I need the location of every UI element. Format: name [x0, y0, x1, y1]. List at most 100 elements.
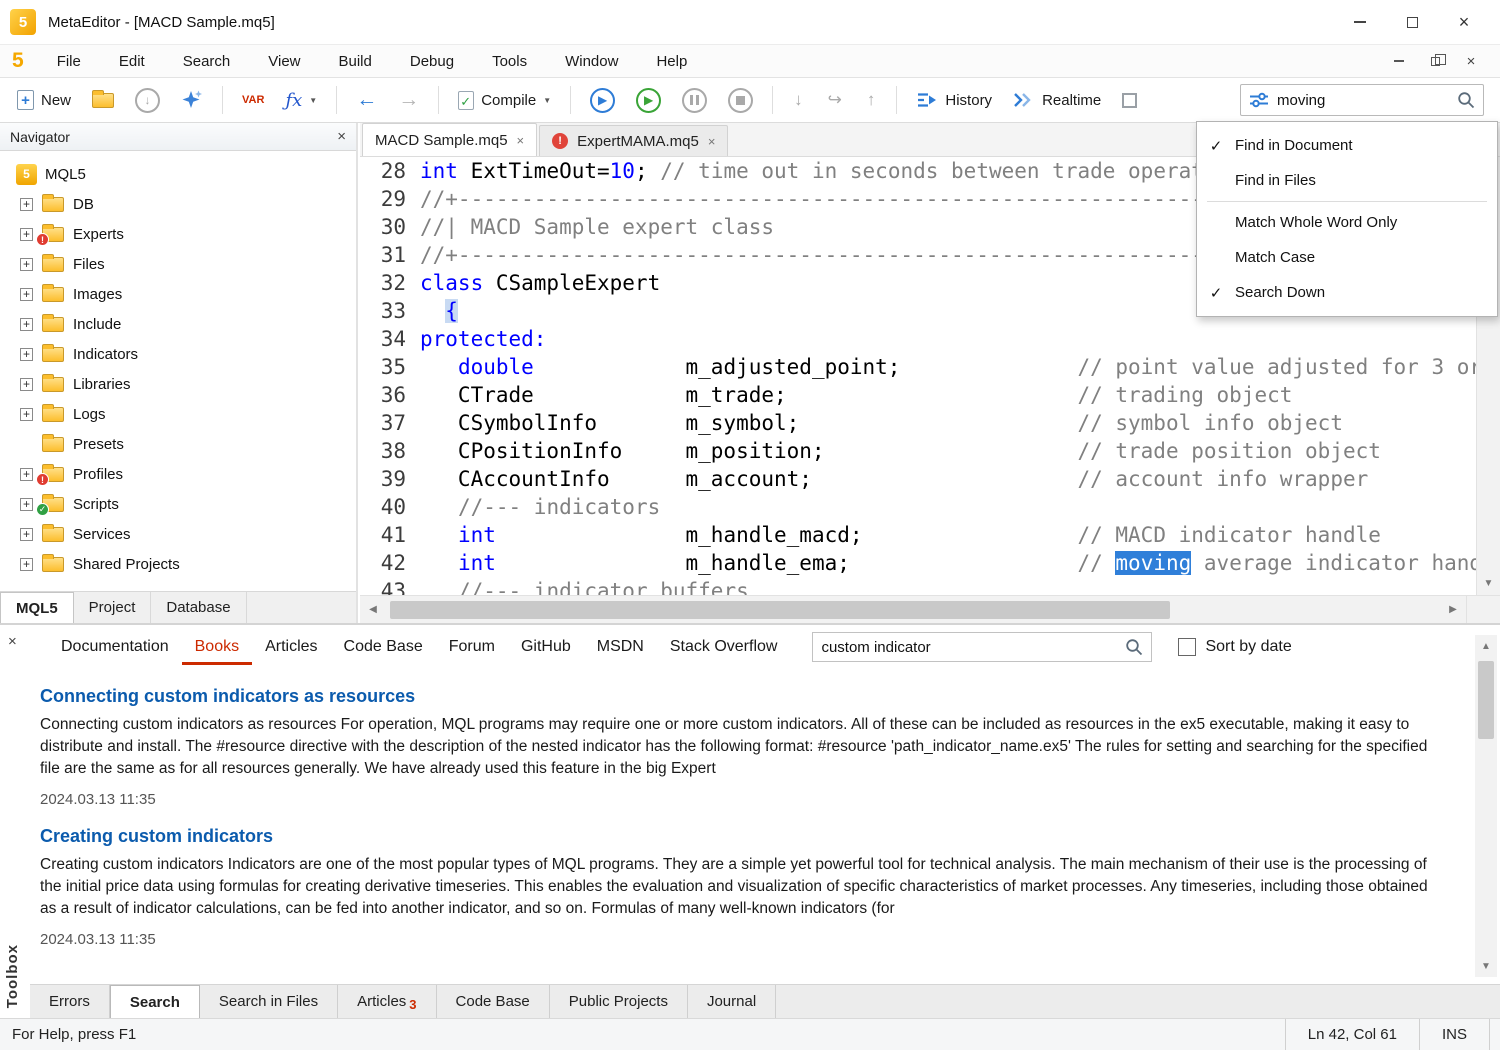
toolbox-tab-documentation[interactable]: Documentation	[48, 629, 182, 665]
start-debug-button[interactable]: ▶	[583, 84, 622, 117]
toolbox-tab-articles[interactable]: Articles	[252, 629, 330, 665]
minimize-button[interactable]	[1334, 5, 1386, 39]
stop-button[interactable]	[721, 84, 760, 117]
toolbox-bottom-tab-search-in-files[interactable]: Search in Files	[200, 985, 338, 1018]
search-icon[interactable]	[1125, 638, 1143, 656]
navigator-tab-mql5[interactable]: MQL5	[0, 592, 74, 623]
toolbox-tab-github[interactable]: GitHub	[508, 629, 584, 665]
close-button[interactable]: ×	[1438, 5, 1490, 39]
run-button[interactable]: ▶	[629, 84, 668, 117]
navigate-forward-button[interactable]: →	[391, 84, 426, 116]
expand-icon[interactable]: +	[20, 318, 33, 331]
menu-tools[interactable]: Tools	[473, 47, 546, 76]
tree-item-experts[interactable]: +!Experts	[0, 219, 356, 249]
tree-item-scripts[interactable]: +✓Scripts	[0, 489, 356, 519]
code-line-42[interactable]: 42 int m_handle_ema; // moving average i…	[360, 549, 1476, 577]
toolbox-tab-books[interactable]: Books	[182, 629, 252, 665]
expand-icon[interactable]: +	[20, 528, 33, 541]
scroll-down-button[interactable]: ▼	[1475, 955, 1497, 977]
code-line-41[interactable]: 41 int m_handle_macd; // MACD indicator …	[360, 521, 1476, 549]
realtime-button[interactable]: Realtime	[1006, 88, 1108, 113]
code-line-40[interactable]: 40 //--- indicators	[360, 493, 1476, 521]
download-button[interactable]: ↓	[128, 84, 167, 117]
sort-by-date-checkbox[interactable]	[1178, 638, 1196, 656]
toolbox-bottom-tab-journal[interactable]: Journal	[688, 985, 776, 1018]
tree-item-db[interactable]: +DB	[0, 189, 356, 219]
expand-icon[interactable]: +	[20, 378, 33, 391]
result-title-link[interactable]: Creating custom indicators	[40, 826, 1444, 847]
close-navigator-icon[interactable]: ×	[337, 128, 346, 145]
close-tab-icon[interactable]: ×	[708, 134, 716, 149]
mdi-restore-button[interactable]	[1422, 50, 1448, 72]
expand-icon[interactable]: +	[20, 468, 33, 481]
scrollbar-thumb[interactable]	[1478, 661, 1494, 739]
editor-horizontal-scrollbar[interactable]: ◀ ▶	[360, 595, 1500, 623]
toolbox-tab-msdn[interactable]: MSDN	[584, 629, 657, 665]
toolbox-bottom-tab-code-base[interactable]: Code Base	[437, 985, 550, 1018]
scroll-up-button[interactable]: ▲	[1475, 635, 1497, 657]
scroll-right-button[interactable]: ▶	[1440, 596, 1466, 623]
search-menu-item-search-down[interactable]: ✓Search Down	[1197, 275, 1497, 310]
menu-search[interactable]: Search	[164, 47, 250, 76]
expand-icon[interactable]: +	[20, 228, 33, 241]
scroll-left-button[interactable]: ◀	[360, 596, 386, 623]
search-menu-item-match-case[interactable]: Match Case	[1197, 240, 1497, 275]
tree-item-include[interactable]: +Include	[0, 309, 356, 339]
tree-item-logs[interactable]: +Logs	[0, 399, 356, 429]
scrollbar-thumb[interactable]	[390, 601, 1170, 619]
expand-icon[interactable]: +	[20, 558, 33, 571]
toolbox-search-input[interactable]	[821, 639, 1119, 656]
insert-function-button[interactable]: ƒx ▼	[278, 86, 324, 115]
expand-icon[interactable]: +	[20, 258, 33, 271]
tree-item-images[interactable]: +Images	[0, 279, 356, 309]
editor-tab-expertmama-mq5[interactable]: !ExpertMAMA.mq5×	[539, 125, 728, 156]
tree-item-shared-projects[interactable]: +Shared Projects	[0, 549, 356, 579]
tree-item-profiles[interactable]: +!Profiles	[0, 459, 356, 489]
toolbox-tab-forum[interactable]: Forum	[436, 629, 508, 665]
result-title-link[interactable]: Connecting custom indicators as resource…	[40, 686, 1444, 707]
scroll-down-button[interactable]: ▼	[1477, 571, 1500, 595]
code-line-37[interactable]: 37 CSymbolInfo m_symbol; // symbol info …	[360, 409, 1476, 437]
toolbar-search-input[interactable]	[1277, 92, 1449, 109]
mdi-close-button[interactable]: ×	[1458, 50, 1484, 72]
search-menu-item-find-in-document[interactable]: ✓Find in Document	[1197, 128, 1497, 163]
editor-tab-macd-sample-mq5[interactable]: MACD Sample.mq5×	[362, 123, 537, 156]
variables-button[interactable]: VAR	[235, 90, 271, 110]
search-options-icon[interactable]	[1249, 92, 1269, 108]
copilot-button[interactable]	[174, 85, 210, 115]
tree-item-presets[interactable]: Presets	[0, 429, 356, 459]
menu-build[interactable]: Build	[320, 47, 391, 76]
code-line-38[interactable]: 38 CPositionInfo m_position; // trade po…	[360, 437, 1476, 465]
close-toolbox-icon[interactable]: ×	[8, 633, 17, 650]
expand-icon[interactable]: +	[20, 348, 33, 361]
tree-item-mql5[interactable]: 5MQL5	[0, 159, 356, 189]
toolbox-tab-stack-overflow[interactable]: Stack Overflow	[657, 629, 791, 665]
expand-icon[interactable]: +	[20, 198, 33, 211]
mdi-minimize-button[interactable]	[1386, 50, 1412, 72]
step-over-button[interactable]: ↪	[819, 86, 851, 114]
new-file-button[interactable]: + New	[10, 86, 78, 114]
history-button[interactable]: History	[909, 88, 999, 113]
toolbox-bottom-tab-search[interactable]: Search	[110, 985, 200, 1018]
menu-edit[interactable]: Edit	[100, 47, 164, 76]
maximize-button[interactable]	[1386, 5, 1438, 39]
code-line-36[interactable]: 36 CTrade m_trade; // trading object	[360, 381, 1476, 409]
expand-icon[interactable]: +	[20, 288, 33, 301]
code-line-35[interactable]: 35 double m_adjusted_point; // point val…	[360, 353, 1476, 381]
search-menu-item-find-in-files[interactable]: Find in Files	[1197, 163, 1497, 198]
open-file-button[interactable]	[85, 89, 121, 112]
toolbox-scrollbar[interactable]: ▲ ▼	[1475, 635, 1497, 977]
toolbox-bottom-tab-errors[interactable]: Errors	[30, 985, 110, 1018]
code-line-39[interactable]: 39 CAccountInfo m_account; // account in…	[360, 465, 1476, 493]
expand-icon[interactable]: +	[20, 408, 33, 421]
tree-item-services[interactable]: +Services	[0, 519, 356, 549]
tree-item-libraries[interactable]: +Libraries	[0, 369, 356, 399]
code-line-34[interactable]: 34protected:	[360, 325, 1476, 353]
search-menu-item-match-whole-word-only[interactable]: Match Whole Word Only	[1197, 205, 1497, 240]
scrollbar-track[interactable]	[386, 596, 1440, 623]
tree-item-indicators[interactable]: +Indicators	[0, 339, 356, 369]
menu-debug[interactable]: Debug	[391, 47, 473, 76]
navigator-tab-database[interactable]: Database	[151, 592, 246, 623]
menu-view[interactable]: View	[249, 47, 319, 76]
tree-item-files[interactable]: +Files	[0, 249, 356, 279]
